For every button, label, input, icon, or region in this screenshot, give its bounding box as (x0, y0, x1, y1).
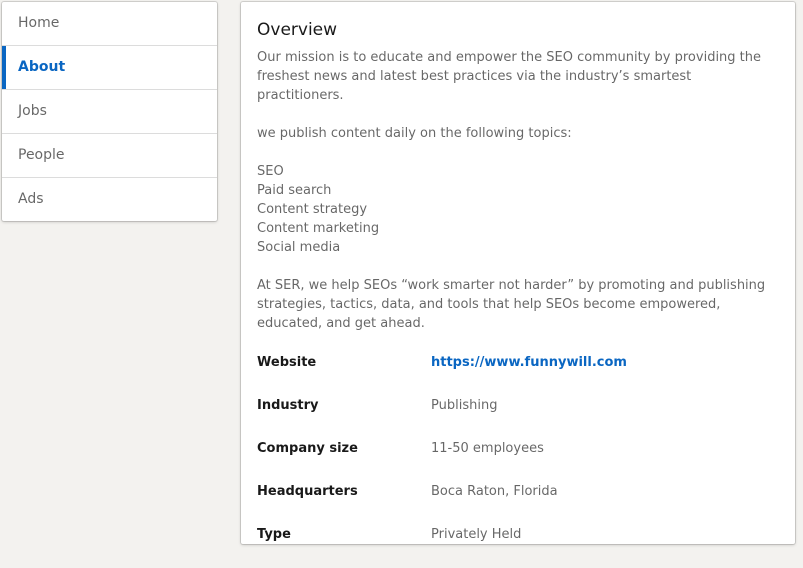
nav-item-about[interactable]: About (2, 46, 217, 90)
website-link[interactable]: https://www.funnywill.com (431, 353, 627, 396)
overview-title: Overview (257, 20, 338, 40)
company-size-value: 11-50 employees (431, 441, 544, 456)
detail-row-website: Website https://www.funnywill.com (257, 353, 779, 396)
nav-item-people[interactable]: People (2, 134, 217, 178)
topic-item: Content marketing (257, 221, 380, 236)
nav-item-home[interactable]: Home (2, 2, 217, 46)
topics-list: SEO Paid search Content strategy Content… (257, 162, 779, 257)
company-size-label: Company size (257, 441, 358, 456)
industry-value: Publishing (431, 398, 498, 413)
closing-text: At SER, we help SEOs “work smarter not h… (257, 278, 766, 331)
about-nav: Home About Jobs People Ads (2, 2, 217, 221)
nav-item-jobs[interactable]: Jobs (2, 90, 217, 134)
industry-label: Industry (257, 398, 319, 413)
detail-row-headquarters: Headquarters Boca Raton, Florida (257, 482, 779, 525)
topic-item: SEO (257, 164, 284, 179)
detail-row-company-size: Company size 11-50 employees (257, 439, 779, 482)
headquarters-value: Boca Raton, Florida (431, 484, 558, 499)
mission-text: Our mission is to educate and empower th… (257, 50, 762, 103)
nav-item-ads[interactable]: Ads (2, 178, 217, 221)
topic-item: Content strategy (257, 202, 368, 217)
website-label: Website (257, 355, 317, 370)
detail-row-industry: Industry Publishing (257, 396, 779, 439)
topics-intro: we publish content daily on the followin… (257, 126, 572, 141)
overview-card: Overview Our mission is to educate and e… (241, 2, 795, 544)
headquarters-label: Headquarters (257, 484, 358, 499)
company-details: Website https://www.funnywill.com Indust… (257, 353, 779, 568)
topic-item: Paid search (257, 183, 332, 198)
topic-item: Social media (257, 240, 341, 255)
